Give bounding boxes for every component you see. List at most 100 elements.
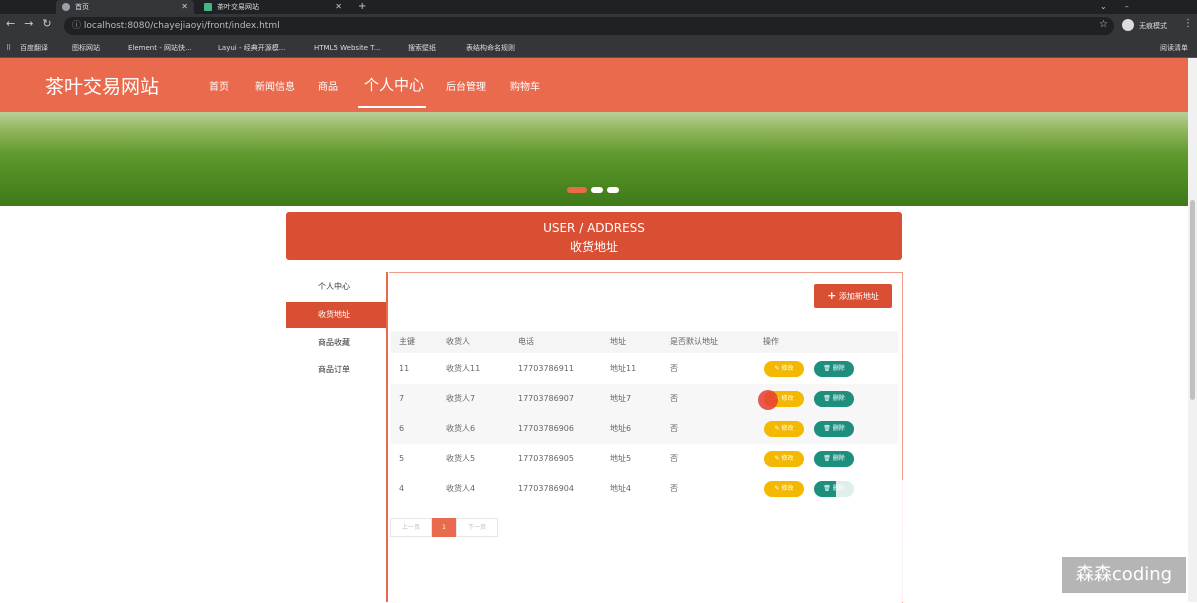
cell-phone: 17703786904 — [518, 484, 574, 493]
tab-label: 首页 — [75, 3, 89, 11]
site-logo[interactable]: 茶叶交易网站 — [45, 72, 159, 99]
reading-list[interactable]: 阅读清单 — [1160, 39, 1188, 57]
delete-label: 删除 — [832, 455, 845, 462]
edit-label: 修改 — [781, 395, 794, 402]
pencil-icon: ✎ — [774, 425, 780, 432]
pencil-icon: ✎ — [774, 485, 780, 492]
sidebar-item-favorites[interactable]: 商品收藏 — [286, 330, 386, 356]
url-text: localhost:8080/chayejiaoyi/front/index.h… — [83, 21, 280, 31]
info-icon: ⓘ — [72, 21, 82, 31]
column-header: 收货人 — [446, 337, 470, 346]
edit-button[interactable]: ✎ 修改 — [764, 451, 804, 467]
nav-goods[interactable]: 商品 — [318, 78, 338, 93]
cell-default: 否 — [670, 454, 678, 463]
pencil-icon: ✎ — [774, 365, 780, 372]
bookmark-item[interactable]: 表结构命名规则 — [466, 39, 515, 57]
scrollbar-thumb[interactable] — [1190, 200, 1195, 400]
column-header: 电话 — [518, 337, 534, 346]
edit-button[interactable]: ✎ 修改 — [764, 421, 804, 437]
nav-admin[interactable]: 后台管理 — [446, 78, 486, 93]
cell-name: 收货人5 — [446, 454, 476, 463]
cell-id: 7 — [399, 394, 405, 403]
edit-label: 修改 — [781, 485, 794, 492]
cell-phone: 17703786911 — [518, 364, 574, 373]
cell-name: 收货人7 — [446, 394, 476, 403]
delete-button[interactable]: 🗑 删除 — [814, 451, 854, 467]
trash-icon: 🗑 — [823, 485, 831, 492]
trash-icon: 🗑 — [823, 455, 831, 462]
column-header: 是否默认地址 — [670, 337, 718, 346]
close-icon[interactable]: ✕ — [181, 0, 188, 14]
bookmark-item[interactable]: 搜索壁纸 — [408, 39, 436, 57]
cell-address: 地址11 — [610, 364, 637, 373]
cell-address: 地址7 — [610, 394, 632, 403]
cell-default: 否 — [670, 424, 678, 433]
cell-default: 否 — [670, 364, 678, 373]
add-address-label: 添加新地址 — [838, 292, 879, 301]
cell-id: 11 — [399, 364, 410, 373]
site-header — [0, 58, 1188, 112]
cell-address: 地址4 — [610, 484, 632, 493]
close-icon[interactable]: ✕ — [335, 0, 342, 14]
carousel-dot[interactable] — [567, 187, 587, 193]
bookmark-item[interactable]: 图标网站 — [72, 39, 100, 57]
mouse-cursor-icon — [758, 390, 778, 410]
delete-button[interactable]: 🗑 删除 — [814, 361, 854, 377]
star-icon[interactable]: ☆ — [1099, 19, 1108, 30]
next-page-button[interactable]: 下一页 — [456, 518, 498, 537]
delete-button[interactable]: 🗑 删除 — [814, 421, 854, 437]
avatar[interactable] — [1122, 19, 1134, 31]
browser-tab-site[interactable]: 茶叶交易网站 ✕ — [198, 0, 348, 14]
cell-phone: 17703786905 — [518, 454, 574, 463]
cell-default: 否 — [670, 394, 678, 403]
cell-name: 收货人4 — [446, 484, 476, 493]
nav-cart[interactable]: 购物车 — [510, 78, 540, 93]
sidebar-item-user-center[interactable]: 个人中心 — [286, 274, 386, 300]
bookmark-item[interactable]: HTML5 Website T... — [314, 39, 380, 57]
menu-icon[interactable]: ⋮ — [1183, 18, 1193, 29]
cell-phone: 17703786906 — [518, 424, 574, 433]
page-number[interactable]: 1 — [432, 518, 456, 537]
prev-page-button[interactable]: 上一页 — [390, 518, 432, 537]
bookmark-item[interactable]: 百度翻译 — [20, 39, 48, 57]
url-field[interactable]: ⓘ localhost:8080/chayejiaoyi/front/index… — [64, 17, 1114, 35]
edit-label: 修改 — [781, 455, 794, 462]
cell-id: 4 — [399, 484, 405, 493]
trash-icon: 🗑 — [823, 395, 831, 402]
bookmark-item[interactable]: Element - 网站快... — [128, 39, 192, 57]
bookmark-item[interactable]: Layui - 经典开源模... — [218, 39, 285, 57]
edit-button[interactable]: ✎ 修改 — [764, 361, 804, 377]
page-title-en: USER / ADDRESS — [543, 221, 645, 235]
globe-icon — [62, 3, 70, 11]
cell-id: 6 — [399, 424, 405, 433]
carousel-dot[interactable] — [591, 187, 603, 193]
delete-label: 删除 — [832, 365, 845, 372]
nav-arrows-icon[interactable]: ←→↻ — [6, 17, 61, 30]
cell-name: 收货人6 — [446, 424, 476, 433]
trash-icon: 🗑 — [823, 365, 831, 372]
edit-label: 修改 — [781, 365, 794, 372]
cell-name: 收货人11 — [446, 364, 481, 373]
edit-button[interactable]: ✎ 修改 — [764, 481, 804, 497]
nav-user-center[interactable]: 个人中心 — [364, 74, 424, 95]
cell-phone: 17703786907 — [518, 394, 574, 403]
add-address-button[interactable]: + 添加新地址 — [814, 284, 892, 308]
page-title-box: USER / ADDRESS 收货地址 — [286, 212, 902, 260]
cell-address: 地址5 — [610, 454, 632, 463]
sidebar-item-address[interactable]: 收货地址 — [286, 302, 386, 328]
carousel-dot[interactable] — [607, 187, 619, 193]
browser-tab-home[interactable]: 首页 ✕ — [56, 0, 194, 14]
apps-icon[interactable]: ⠿ — [6, 39, 11, 57]
delete-button[interactable]: 🗑 删除 — [814, 391, 854, 407]
column-header: 地址 — [610, 337, 626, 346]
plus-icon: + — [827, 289, 837, 302]
sidebar-item-orders[interactable]: 商品订单 — [286, 357, 386, 383]
nav-news[interactable]: 新闻信息 — [255, 78, 295, 93]
cell-id: 5 — [399, 454, 405, 463]
vue-icon — [204, 3, 212, 11]
cell-address: 地址6 — [610, 424, 632, 433]
new-tab-icon[interactable]: + — [358, 0, 366, 14]
nav-home[interactable]: 首页 — [209, 78, 229, 93]
delete-label: 删除 — [832, 425, 845, 432]
profile-label: 无痕模式 — [1139, 22, 1167, 30]
